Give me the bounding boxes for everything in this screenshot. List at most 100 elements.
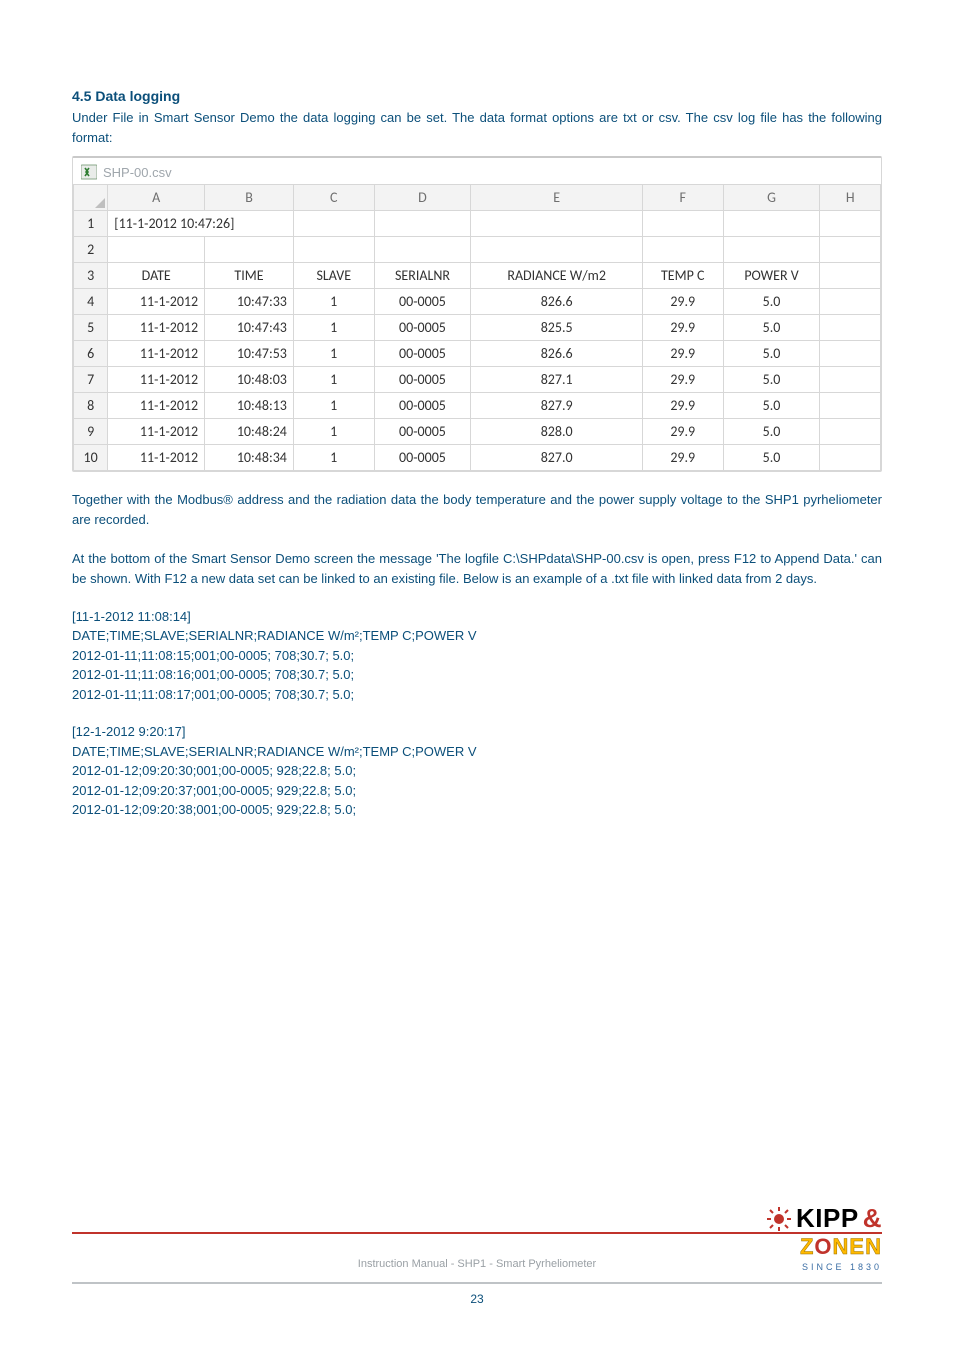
kipp-zonen-logo: KIPP & ZONEN SINCE 1830 — [766, 1203, 882, 1272]
col-header: D — [374, 185, 471, 211]
log-line: 2012-01-12;09:20:30;001;00-0005; 928;22.… — [72, 761, 882, 781]
log-line: 2012-01-12;09:20:38;001;00-0005; 929;22.… — [72, 800, 882, 820]
log-sample-2: [12-1-2012 9:20:17] DATE;TIME;SLAVE;SERI… — [72, 722, 882, 820]
cell: 29.9 — [642, 419, 723, 445]
spreadsheet-screenshot: SHP-00.csv A B C D E F G H — [72, 156, 882, 472]
logo-text: NEN — [833, 1234, 882, 1259]
cell: RADIANCE W/m2 — [471, 263, 642, 289]
table-row: 5 11-1-2012 10:47:43 1 00-0005 825.5 29.… — [74, 315, 881, 341]
sun-icon — [766, 1206, 792, 1232]
footer-divider-gray — [72, 1282, 882, 1284]
section-heading: 4.5 Data logging — [72, 88, 882, 104]
logo-text: Z — [800, 1234, 814, 1259]
cell: 827.1 — [471, 367, 642, 393]
cell: 828.0 — [471, 419, 642, 445]
log-line: [11-1-2012 11:08:14] — [72, 607, 882, 627]
cell: 00-0005 — [374, 315, 471, 341]
row-header: 4 — [74, 289, 108, 315]
log-line: DATE;TIME;SLAVE;SERIALNR;RADIANCE W/m²;T… — [72, 742, 882, 762]
cell: 29.9 — [642, 445, 723, 471]
cell: 5.0 — [723, 419, 820, 445]
logo-tagline: SINCE 1830 — [766, 1262, 882, 1272]
cell: 00-0005 — [374, 419, 471, 445]
cell: 11-1-2012 — [108, 367, 205, 393]
cell: 29.9 — [642, 341, 723, 367]
row-header: 5 — [74, 315, 108, 341]
select-all-corner — [74, 185, 108, 211]
table-row: 8 11-1-2012 10:48:13 1 00-0005 827.9 29.… — [74, 393, 881, 419]
row-header: 3 — [74, 263, 108, 289]
col-header: G — [723, 185, 820, 211]
col-header: E — [471, 185, 642, 211]
col-header: B — [205, 185, 294, 211]
cell: 00-0005 — [374, 341, 471, 367]
log-sample-1: [11-1-2012 11:08:14] DATE;TIME;SLAVE;SER… — [72, 607, 882, 705]
spreadsheet-filename: SHP-00.csv — [103, 165, 172, 180]
col-header: F — [642, 185, 723, 211]
row-header: 9 — [74, 419, 108, 445]
cell: 827.9 — [471, 393, 642, 419]
page-number: 23 — [72, 1292, 882, 1306]
paragraph: At the bottom of the Smart Sensor Demo s… — [72, 549, 882, 589]
cell: 5.0 — [723, 341, 820, 367]
cell: 10:48:03 — [205, 367, 294, 393]
table-row: 4 11-1-2012 10:47:33 1 00-0005 826.6 29.… — [74, 289, 881, 315]
cell: 1 — [293, 445, 374, 471]
cell: TEMP C — [642, 263, 723, 289]
cell: 10:48:34 — [205, 445, 294, 471]
spreadsheet-grid: A B C D E F G H 1 [11-1-2012 10:47:26] — [73, 184, 881, 471]
cell: TIME — [205, 263, 294, 289]
cell: 10:47:53 — [205, 341, 294, 367]
col-header: C — [293, 185, 374, 211]
footer-divider-red — [72, 1232, 882, 1234]
cell: 10:48:13 — [205, 393, 294, 419]
cell: 827.0 — [471, 445, 642, 471]
cell: 825.5 — [471, 315, 642, 341]
cell: 1 — [293, 289, 374, 315]
intro-paragraph: Under File in Smart Sensor Demo the data… — [72, 108, 882, 148]
cell: 00-0005 — [374, 367, 471, 393]
paragraph: Together with the Modbus® address and th… — [72, 490, 882, 530]
cell: 5.0 — [723, 315, 820, 341]
cell: 10:47:33 — [205, 289, 294, 315]
logo-text: KIPP — [796, 1203, 859, 1234]
table-row: 1 [11-1-2012 10:47:26] — [74, 211, 881, 237]
cell: 11-1-2012 — [108, 315, 205, 341]
cell: 11-1-2012 — [108, 419, 205, 445]
table-row: 6 11-1-2012 10:47:53 1 00-0005 826.6 29.… — [74, 341, 881, 367]
cell: 29.9 — [642, 315, 723, 341]
row-header: 10 — [74, 445, 108, 471]
cell: 29.9 — [642, 367, 723, 393]
cell: 10:47:43 — [205, 315, 294, 341]
row-header: 6 — [74, 341, 108, 367]
row-header: 7 — [74, 367, 108, 393]
cell: 1 — [293, 315, 374, 341]
cell: SERIALNR — [374, 263, 471, 289]
logo-text: O — [814, 1234, 832, 1259]
cell: SLAVE — [293, 263, 374, 289]
cell: DATE — [108, 263, 205, 289]
logo-text: & — [863, 1203, 882, 1234]
cell: 11-1-2012 — [108, 289, 205, 315]
cell: [11-1-2012 10:47:26] — [108, 211, 294, 237]
table-row: 10 11-1-2012 10:48:34 1 00-0005 827.0 29… — [74, 445, 881, 471]
log-line: 2012-01-11;11:08:17;001;00-0005; 708;30.… — [72, 685, 882, 705]
log-line: [12-1-2012 9:20:17] — [72, 722, 882, 742]
cell: 1 — [293, 341, 374, 367]
cell: 1 — [293, 367, 374, 393]
cell: 11-1-2012 — [108, 445, 205, 471]
spreadsheet-tab: SHP-00.csv — [73, 158, 881, 184]
table-row: 2 — [74, 237, 881, 263]
excel-icon — [81, 164, 97, 180]
log-line: 2012-01-11;11:08:16;001;00-0005; 708;30.… — [72, 665, 882, 685]
log-line: DATE;TIME;SLAVE;SERIALNR;RADIANCE W/m²;T… — [72, 626, 882, 646]
cell: 826.6 — [471, 341, 642, 367]
cell: 1 — [293, 393, 374, 419]
cell: 5.0 — [723, 367, 820, 393]
cell: 00-0005 — [374, 289, 471, 315]
cell: 00-0005 — [374, 393, 471, 419]
log-line: 2012-01-12;09:20:37;001;00-0005; 929;22.… — [72, 781, 882, 801]
footer-caption: Instruction Manual - SHP1 - Smart Pyrhel… — [72, 1258, 882, 1270]
cell: 5.0 — [723, 445, 820, 471]
log-line: 2012-01-11;11:08:15;001;00-0005; 708;30.… — [72, 646, 882, 666]
